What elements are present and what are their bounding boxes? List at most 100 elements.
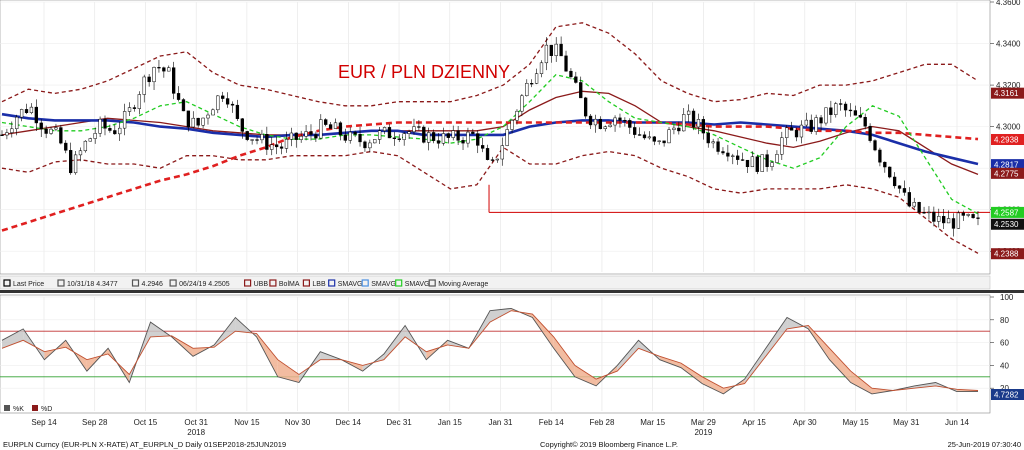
legend-label: %K — [13, 406, 24, 413]
candle — [147, 76, 151, 83]
candle — [667, 129, 671, 144]
price-label: 4.2587 — [994, 208, 1019, 217]
x-tick-label: Nov 30 — [285, 418, 311, 427]
candle — [304, 131, 308, 137]
legend-label: Last Price — [13, 281, 44, 288]
y-tick-label: 60 — [1000, 339, 1009, 348]
candle — [623, 119, 627, 122]
y-tick-label: 100 — [1000, 293, 1014, 302]
x-tick-label: Apr 15 — [742, 418, 766, 427]
candle — [765, 154, 769, 167]
candle — [907, 192, 911, 207]
candle — [740, 159, 745, 161]
candle — [387, 127, 392, 139]
candle — [598, 118, 603, 130]
candle — [937, 216, 941, 222]
candle — [275, 144, 279, 148]
candle — [726, 152, 730, 157]
price-label: 4.7282 — [994, 391, 1019, 400]
x-tick-label: Jan 15 — [438, 418, 463, 427]
x-tick-label: Dec 14 — [336, 418, 362, 427]
candle — [83, 140, 88, 152]
candle — [721, 151, 725, 154]
x-tick-label: Apr 30 — [793, 418, 817, 427]
candle — [500, 145, 504, 160]
candle — [10, 128, 14, 133]
candle — [427, 132, 431, 143]
candle — [397, 138, 401, 140]
candle — [0, 134, 4, 136]
candle — [775, 154, 779, 163]
x-tick-label: Sep 14 — [31, 418, 57, 427]
candle — [574, 76, 578, 83]
candle — [932, 211, 936, 222]
candle — [235, 104, 240, 119]
candle — [706, 132, 710, 144]
candle — [878, 149, 882, 163]
candle — [167, 67, 171, 72]
candle — [363, 141, 367, 149]
candle — [250, 139, 254, 141]
legend-label: LBB — [312, 281, 326, 288]
x-tick-label: Mar 15 — [640, 418, 665, 427]
candle — [88, 138, 92, 142]
stochastic-axis: 204060801004.7282 — [990, 293, 1024, 400]
candle — [417, 126, 421, 128]
candle — [98, 118, 102, 134]
price-label: 4.2775 — [994, 169, 1019, 178]
candle — [731, 155, 735, 157]
candle — [461, 140, 465, 144]
candle — [922, 212, 926, 214]
candle — [5, 132, 9, 136]
candle — [211, 109, 215, 116]
candle — [701, 119, 705, 134]
candle — [834, 103, 838, 115]
candle — [750, 156, 755, 168]
year-label: 2019 — [694, 428, 712, 437]
candle — [892, 176, 897, 187]
candle — [382, 127, 387, 131]
candle — [971, 214, 975, 219]
candle — [73, 154, 78, 174]
candle — [633, 127, 637, 135]
candle — [93, 133, 97, 139]
candle — [377, 130, 382, 140]
candle — [868, 125, 872, 141]
legend-label: SMAVG — [338, 281, 363, 288]
candle — [407, 131, 411, 134]
legend-swatch — [32, 405, 38, 411]
candle — [108, 128, 112, 131]
candle — [216, 95, 220, 111]
candle — [412, 126, 416, 132]
candle — [628, 120, 632, 128]
candle — [686, 110, 691, 115]
candle — [230, 103, 235, 106]
candle — [966, 214, 970, 216]
candle — [637, 134, 642, 136]
candle — [122, 111, 127, 129]
candle — [15, 116, 19, 130]
candle — [829, 107, 833, 115]
candle — [569, 70, 573, 78]
legend-label: SMAVG — [405, 281, 430, 288]
candle — [299, 136, 303, 140]
y-tick-label: 4.3400 — [996, 40, 1021, 49]
candle — [672, 127, 676, 130]
candle — [691, 110, 696, 128]
candle — [534, 73, 539, 84]
x-tick-label: Feb 14 — [539, 418, 564, 427]
candle — [54, 127, 58, 130]
candle — [392, 137, 397, 139]
price-panel: EUR / PLN DZIENNY — [0, 0, 991, 275]
candle — [240, 118, 244, 132]
candle — [245, 131, 249, 140]
candle — [495, 158, 500, 161]
candle — [201, 117, 205, 126]
candle — [809, 119, 813, 132]
price-label: 4.2530 — [994, 220, 1019, 229]
candle — [976, 217, 980, 219]
candle — [505, 129, 509, 146]
candle — [476, 133, 480, 146]
candle — [451, 130, 455, 138]
candle — [951, 218, 956, 229]
